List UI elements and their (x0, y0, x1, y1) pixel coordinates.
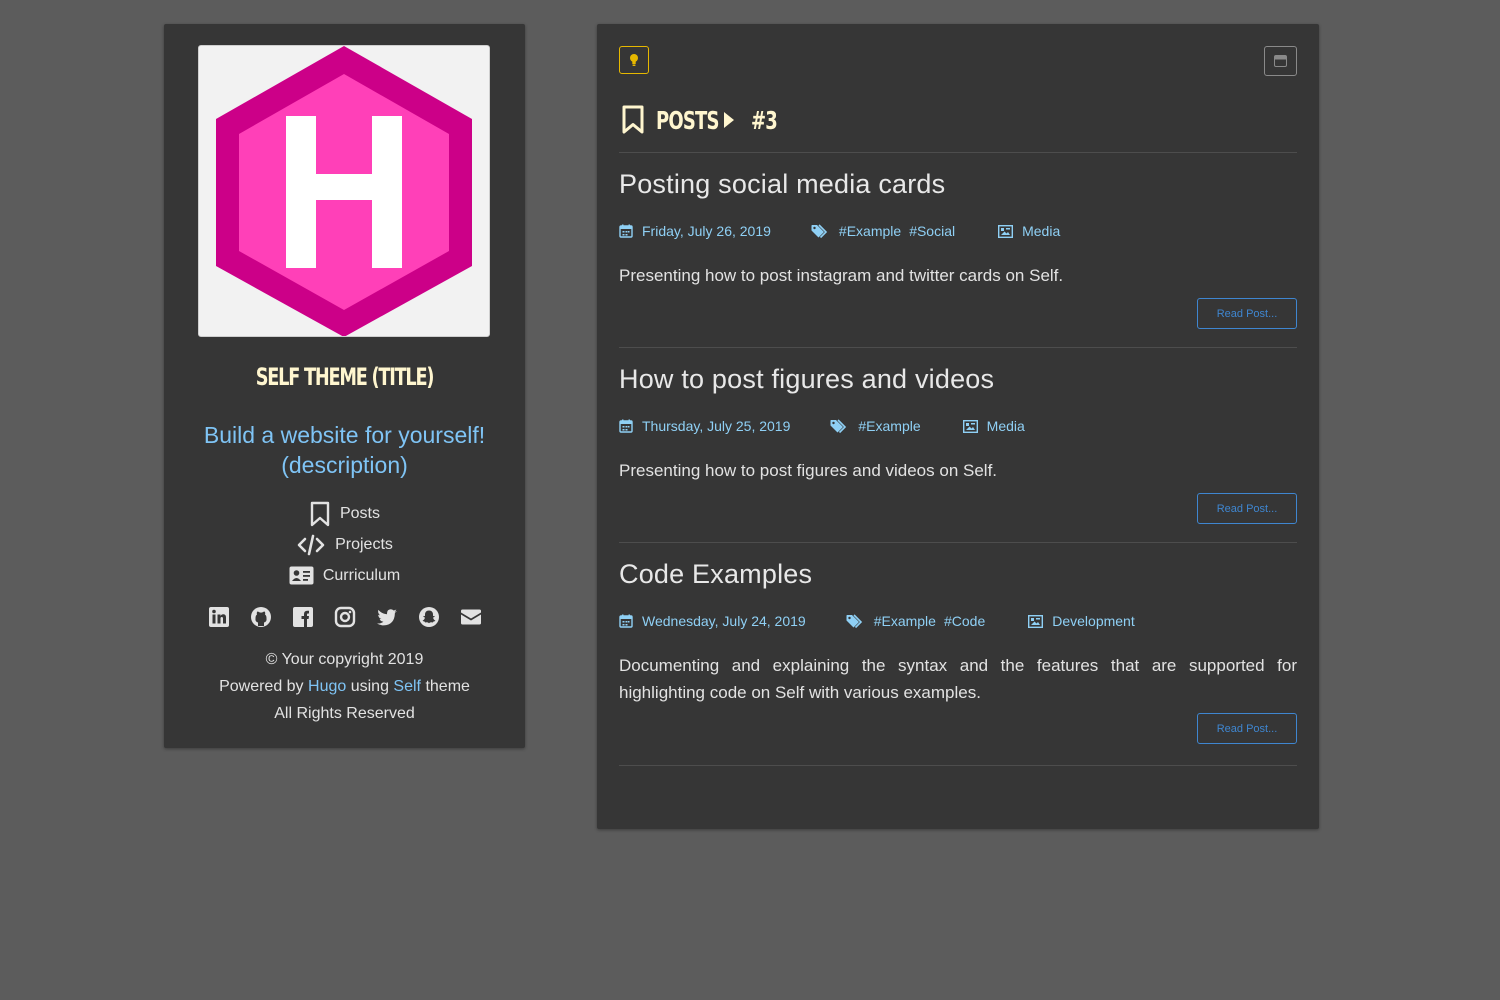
post-tags: #Example (830, 418, 921, 434)
read-post-button[interactable]: Read Post... (1197, 713, 1297, 744)
breadcrumb-section[interactable]: POSTS (656, 106, 719, 135)
post-card: Code Examples Wednesday, July 24, 2019 #… (619, 559, 1297, 769)
layout-toggle-button[interactable] (1264, 46, 1297, 76)
powered-by-label: Powered by (219, 678, 304, 695)
divider (619, 765, 1297, 766)
tags-icon (811, 223, 828, 238)
post-meta: Wednesday, July 24, 2019 #Example #Code … (619, 611, 1135, 631)
hugo-logo-icon (216, 46, 472, 336)
code-icon (296, 534, 326, 556)
post-title[interactable]: Code Examples (619, 559, 812, 590)
calendar-icon (619, 614, 633, 628)
hugo-link[interactable]: Hugo (308, 678, 346, 695)
twitter-icon[interactable] (376, 606, 398, 628)
bookmark-icon (309, 501, 331, 527)
bookmark-icon (621, 105, 645, 135)
post-date-text: Friday, July 26, 2019 (642, 223, 771, 239)
category-link[interactable]: Development (1052, 613, 1135, 629)
calendar-icon (619, 224, 633, 238)
post-tags: #Example #Social (811, 223, 955, 239)
sidebar-item-projects[interactable]: Projects (164, 529, 525, 560)
caret-right-icon (724, 112, 734, 128)
divider (619, 347, 1297, 348)
copyright-text: © Your copyright 2019 (265, 651, 424, 668)
post-summary: Presenting how to post instagram and twi… (619, 266, 1064, 285)
divider (619, 542, 1297, 543)
post-summary: Presenting how to post figures and video… (619, 461, 998, 480)
sidebar-item-label: Projects (335, 535, 393, 553)
tag-link[interactable]: #Example (839, 223, 901, 239)
category-icon (998, 224, 1014, 238)
envelope-icon[interactable] (460, 606, 482, 628)
category-icon (1028, 614, 1044, 628)
post-meta: Thursday, July 25, 2019 #Example Media (619, 416, 1025, 436)
category-link[interactable]: Media (987, 418, 1025, 434)
post-date-text: Thursday, July 25, 2019 (642, 418, 791, 434)
tag-link[interactable]: #Example (858, 418, 920, 434)
post-title[interactable]: Posting social media cards (619, 169, 945, 200)
post-date: Friday, July 26, 2019 (619, 223, 771, 239)
sidebar-item-label: Posts (339, 504, 380, 522)
post-title[interactable]: How to post figures and videos (619, 364, 994, 395)
theme-label: theme (425, 678, 470, 695)
sidebar-item-label: Curriculum (322, 566, 401, 584)
post-meta: Friday, July 26, 2019 #Example #Social M… (619, 221, 1060, 241)
theme-toggle-button[interactable] (619, 46, 649, 74)
social-links (164, 606, 525, 628)
github-icon[interactable] (250, 606, 272, 628)
post-card: Posting social media cards Friday, July … (619, 169, 1297, 349)
tag-link[interactable]: #Example (874, 613, 936, 629)
site-title[interactable]: SELF THEME (TITLE) (196, 363, 492, 391)
post-date: Thursday, July 25, 2019 (619, 418, 790, 434)
read-post-button[interactable]: Read Post... (1197, 493, 1297, 524)
using-label: using (350, 678, 389, 695)
category-icon (962, 419, 978, 433)
main-content: POSTS #3 Posting social media cards Frid… (597, 24, 1319, 829)
instagram-icon[interactable] (334, 606, 356, 628)
divider (619, 152, 1297, 153)
post-date-text: Wednesday, July 24, 2019 (642, 613, 806, 629)
tags-icon (830, 418, 847, 433)
tag-link[interactable]: #Code (944, 613, 985, 629)
post-category: Media (962, 418, 1025, 434)
sidebar-footer: © Your copyright 2019 Powered by Hugo us… (164, 646, 525, 727)
tags-icon (846, 613, 862, 628)
sidebar-nav: Posts Projects Curriculum (164, 498, 525, 591)
rights-text: All Rights Reserved (274, 705, 415, 722)
breadcrumb-page: #3 (751, 105, 778, 135)
sidebar: SELF THEME (TITLE) Build a website for y… (164, 24, 525, 748)
calendar-icon (619, 419, 633, 433)
site-logo[interactable] (198, 45, 490, 337)
window-icon (1274, 55, 1287, 67)
site-description: Build a website for yourself! (descripti… (203, 422, 486, 478)
post-tags: #Example #Code (846, 613, 985, 629)
lightbulb-icon (629, 53, 639, 67)
post-category: Development (1028, 613, 1135, 629)
tag-link[interactable]: #Social (909, 223, 955, 239)
read-post-button[interactable]: Read Post... (1197, 298, 1297, 329)
sidebar-item-curriculum[interactable]: Curriculum (164, 560, 525, 591)
id-card-icon (289, 566, 314, 585)
post-card: How to post figures and videos Thursday,… (619, 364, 1297, 544)
category-link[interactable]: Media (1022, 223, 1060, 239)
facebook-icon[interactable] (292, 606, 314, 628)
powered-by-text: Powered by Hugo using Self theme (164, 673, 525, 700)
post-summary: Documenting and explaining the syntax an… (619, 656, 1297, 702)
snapchat-icon[interactable] (418, 606, 440, 628)
linkedin-icon[interactable] (208, 606, 230, 628)
breadcrumb: POSTS #3 (621, 102, 784, 138)
self-theme-link[interactable]: Self (393, 678, 421, 695)
post-category: Media (998, 223, 1060, 239)
sidebar-item-posts[interactable]: Posts (164, 498, 525, 529)
post-date: Wednesday, July 24, 2019 (619, 613, 806, 629)
